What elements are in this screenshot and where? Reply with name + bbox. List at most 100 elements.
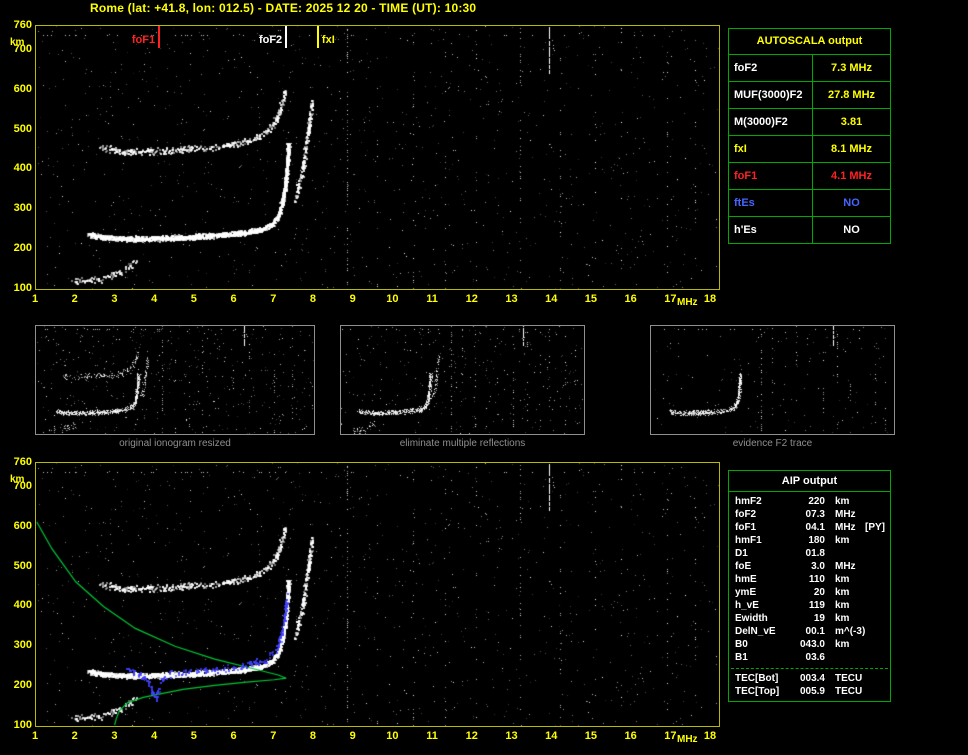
- parameter-label: B0: [735, 639, 748, 650]
- autoscala-screen: Rome (lat: +41.8, lon: 012.5) - DATE: 20…: [0, 0, 968, 755]
- table-row: M(3000)F2 3.81: [729, 109, 890, 136]
- parameter-value: 005.9: [799, 686, 825, 697]
- x-tick-label: 8: [309, 730, 317, 742]
- thumbnail-caption: eliminate multiple reflections: [399, 438, 526, 449]
- parameter-value: 20: [813, 587, 825, 598]
- x-tick-label: 13: [505, 730, 518, 742]
- parameter-unit: m^(-3): [835, 626, 866, 637]
- x-tick-label: 12: [465, 730, 478, 742]
- x-tick-label: 14: [545, 293, 558, 305]
- parameter-value: 3.81: [840, 116, 863, 128]
- parameter-label: Ewidth: [735, 613, 768, 624]
- y-tick-label: 760: [13, 19, 32, 31]
- x-tick-label: 16: [624, 730, 637, 742]
- parameter-unit: [825, 547, 835, 560]
- parameter-label: M(3000)F2: [729, 109, 813, 135]
- parameter-value: 8.1 MHz: [831, 143, 872, 155]
- table-row: hmF1 180 km: [729, 534, 890, 547]
- parameter-value: 043.0: [799, 639, 825, 650]
- table-row: foF1 04.1 MHz [PY]: [729, 521, 890, 534]
- autoscala-output-table: AUTOSCALA output foF2 7.3 MHz MUF(3000)F2 2…: [728, 28, 891, 244]
- aip-output-table: AIP output hmF2 220 km foF2 07.3 MHz foF1 04.1 M…: [728, 470, 891, 702]
- x-tick-label: 17: [664, 293, 677, 305]
- table-row: ymE 20 km: [729, 586, 890, 599]
- x-tick-label: 7: [270, 293, 277, 305]
- table-row: TEC[Top] 005.9 TECU: [729, 685, 890, 698]
- table-row: MUF(3000)F2 27.8 MHz: [729, 82, 890, 109]
- parameter-value: 3.0: [811, 561, 825, 572]
- bottom-ionogram-canvas: [36, 463, 719, 726]
- parameter-label: DelN_vE: [735, 626, 776, 637]
- table-row: foF1 4.1 MHz: [729, 163, 890, 190]
- y-tick-label: 500: [13, 122, 32, 135]
- table-row: D1 01.8: [729, 547, 890, 560]
- table-row: fxI 8.1 MHz: [729, 136, 890, 163]
- marker-line-foF1: [158, 26, 161, 48]
- marker-label-fxI: fxI: [321, 34, 335, 46]
- x-tick-label: 4: [151, 293, 158, 305]
- x-tick-label: 6: [230, 293, 237, 305]
- x-tick-label: 2: [71, 293, 78, 305]
- x-tick-label: 15: [584, 730, 598, 742]
- thumbnail-1: [35, 325, 315, 435]
- table-row: h_vE 119 km: [729, 599, 890, 612]
- parameter-label: fxI: [729, 136, 813, 162]
- parameter-label: B1: [735, 652, 748, 663]
- x-tick-label: 8: [309, 293, 317, 305]
- parameter-value: 01.8: [805, 548, 825, 559]
- x-axis-unit-bottom: MHz: [677, 734, 698, 745]
- table-row: foE 3.0 MHz: [729, 560, 890, 573]
- table-row: TEC[Bot] 003.4 TECU: [729, 672, 890, 685]
- parameter-label: TEC[Bot]: [735, 673, 779, 684]
- y-tick-label: 600: [13, 82, 32, 95]
- x-tick-label: 5: [190, 293, 197, 305]
- x-tick-label: 14: [545, 730, 558, 742]
- thumbnail-canvas: [36, 326, 314, 434]
- y-tick-label: 100: [13, 282, 32, 294]
- x-tick-label: 16: [624, 293, 637, 305]
- x-tick-label: 1: [31, 730, 39, 742]
- marker-label-foF1: foF1: [131, 34, 156, 46]
- x-tick-label: 13: [505, 293, 518, 305]
- parameter-value: 110: [808, 574, 825, 585]
- parameter-value: 19: [813, 613, 825, 624]
- parameter-value: 4.1 MHz: [831, 170, 872, 182]
- thumbnail-canvas: [651, 326, 894, 434]
- table-row: hmE 110 km: [729, 573, 890, 586]
- y-tick-label: 100: [13, 719, 32, 731]
- parameter-unit: MHz: [835, 509, 856, 520]
- table-row: foF2 7.3 MHz: [729, 55, 890, 82]
- parameter-unit: MHz: [835, 522, 856, 533]
- parameter-value: 180: [808, 535, 825, 546]
- parameter-label: h_vE: [735, 600, 759, 611]
- y-tick-label: 760: [13, 456, 32, 468]
- parameter-unit: km: [835, 574, 850, 585]
- parameter-flag: [PY]: [865, 522, 885, 533]
- x-tick-label: 9: [349, 730, 356, 742]
- table-row: hmF2 220 km: [729, 495, 890, 508]
- x-tick-label: 4: [151, 730, 158, 742]
- parameter-unit: km: [835, 613, 850, 624]
- parameter-unit: [825, 651, 835, 664]
- marker-label-foF2: foF2: [258, 34, 283, 46]
- parameter-label: foF2: [735, 509, 757, 520]
- y-tick-label: 400: [13, 162, 32, 175]
- thumbnail-2: [340, 325, 585, 435]
- parameter-unit: km: [835, 587, 850, 598]
- parameter-label: foE: [735, 561, 752, 572]
- y-tick-label: 300: [13, 202, 32, 215]
- top-ionogram-canvas: [36, 26, 719, 289]
- y-tick-label: 600: [13, 519, 32, 532]
- parameter-value: 00.1: [805, 626, 825, 637]
- x-tick-label: 10: [386, 293, 399, 305]
- parameter-value: 07.3: [805, 509, 825, 520]
- parameter-label: h'Es: [729, 217, 813, 243]
- table-row: h'Es NO: [729, 217, 890, 243]
- y-tick-label: 500: [13, 559, 32, 572]
- parameter-unit: TECU: [835, 673, 863, 684]
- thumbnail-canvas: [341, 326, 584, 434]
- parameter-unit: km: [835, 535, 850, 546]
- parameter-label: MUF(3000)F2: [729, 82, 813, 108]
- parameter-label: hmF1: [735, 535, 762, 546]
- table-row: ftEs NO: [729, 190, 890, 217]
